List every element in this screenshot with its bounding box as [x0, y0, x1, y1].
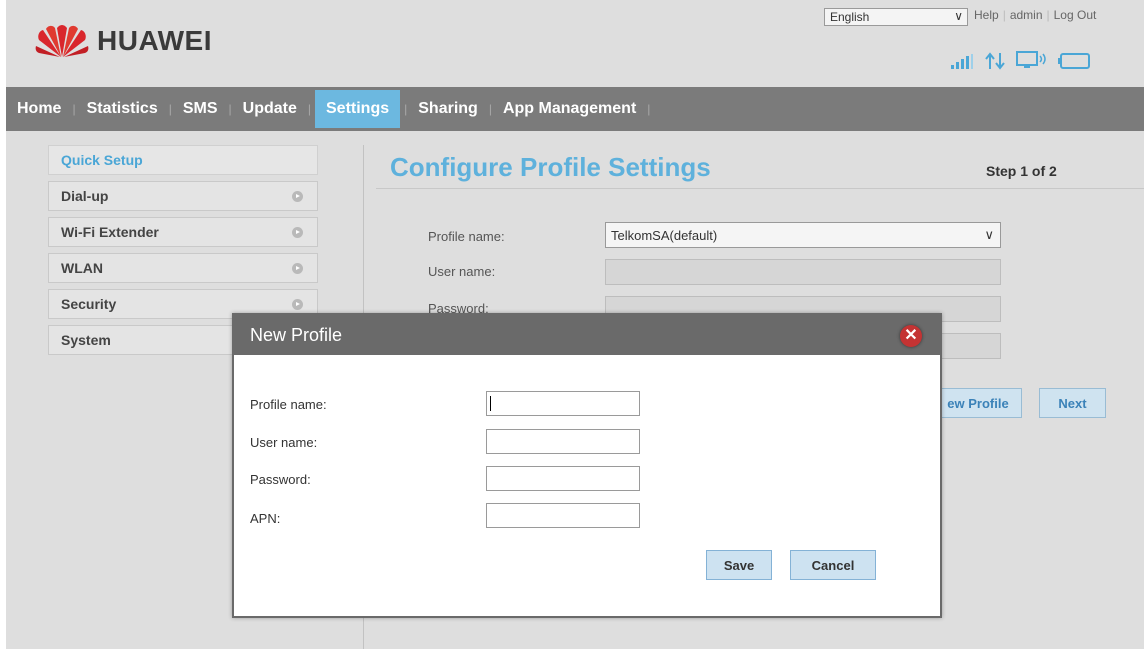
language-value: English: [830, 10, 870, 24]
sidebar-item-label: System: [61, 332, 111, 348]
dialog-password-input[interactable]: [486, 466, 640, 491]
chevron-right-icon: [292, 191, 303, 202]
chevron-down-icon: ∨: [954, 9, 963, 23]
user-name-label: User name:: [428, 264, 496, 279]
chevron-down-icon: ∨: [984, 227, 994, 242]
new-profile-dialog: New Profile ✕ Profile name: User name: P…: [232, 313, 942, 618]
profile-select-value: TelkomSA(default): [611, 227, 718, 243]
dialog-title: New Profile: [250, 324, 343, 345]
dialog-password-label: Password:: [250, 472, 311, 487]
title-divider: [376, 188, 1144, 189]
language-select[interactable]: English ∨: [824, 8, 968, 26]
profile-name-label: Profile name:: [428, 229, 505, 244]
sidebar-item-label: Dial-up: [61, 188, 109, 204]
signal-icon: [951, 54, 973, 69]
brand-name: HUAWEI: [97, 25, 212, 56]
battery-icon: [1058, 53, 1090, 69]
dialog-header: New Profile ✕: [234, 315, 940, 355]
top-links: Help | admin | Log Out: [974, 8, 1096, 22]
nav-home[interactable]: Home: [6, 87, 72, 131]
status-icons: [950, 50, 1090, 70]
dialog-profile-name-field[interactable]: [487, 392, 639, 415]
logout-link[interactable]: Log Out: [1054, 8, 1097, 22]
chevron-right-icon: [292, 227, 303, 238]
save-button[interactable]: Save: [706, 550, 772, 580]
nav-app-management[interactable]: App Management: [492, 87, 647, 131]
cancel-button[interactable]: Cancel: [790, 550, 876, 580]
dialog-profile-name-input[interactable]: [486, 391, 640, 416]
close-icon[interactable]: ✕: [900, 325, 922, 347]
help-link[interactable]: Help: [974, 8, 999, 22]
huawei-logo: HUAWEI: [35, 24, 212, 58]
sidebar-item-wlan[interactable]: WLAN: [48, 253, 318, 283]
next-button[interactable]: Next: [1039, 388, 1106, 418]
dialog-apn-field[interactable]: [487, 504, 639, 527]
text-cursor: [490, 396, 491, 411]
chevron-right-icon: [292, 263, 303, 274]
dialog-profile-name-label: Profile name:: [250, 397, 327, 412]
dialog-password-field[interactable]: [487, 467, 639, 490]
nav-statistics[interactable]: Statistics: [76, 87, 169, 131]
sidebar-item-label: Wi-Fi Extender: [61, 224, 159, 240]
dialog-user-name-label: User name:: [250, 435, 318, 450]
monitor-icon: [1016, 51, 1046, 68]
dialog-user-name-field[interactable]: [487, 430, 639, 453]
sidebar-item-label: WLAN: [61, 260, 103, 276]
nav-settings[interactable]: Settings: [315, 90, 401, 128]
page-title: Configure Profile Settings: [390, 152, 711, 182]
nav-sms[interactable]: SMS: [172, 87, 229, 131]
sidebar-item-wifi-extender[interactable]: Wi-Fi Extender: [48, 217, 318, 247]
profile-select[interactable]: TelkomSA(default) ∨: [605, 222, 1001, 248]
dialog-apn-label: APN:: [250, 511, 281, 526]
sidebar-item-dial-up[interactable]: Dial-up: [48, 181, 318, 211]
sidebar-item-quick-setup[interactable]: Quick Setup: [48, 145, 318, 175]
dialog-apn-input[interactable]: [486, 503, 640, 528]
main-nav: Home | Statistics | SMS | Update | Setti…: [6, 87, 1144, 131]
nav-separator: |: [647, 102, 651, 116]
chevron-right-icon: [292, 299, 303, 310]
nav-separator: |: [307, 102, 311, 116]
step-indicator: Step 1 of 2: [986, 163, 1057, 179]
nav-update[interactable]: Update: [232, 87, 308, 131]
admin-link[interactable]: admin: [1010, 8, 1043, 22]
sidebar-item-label: Quick Setup: [61, 152, 143, 168]
huawei-logo-icon: [35, 25, 89, 57]
data-transfer-icon: [985, 52, 1005, 70]
new-profile-button-label: ew Profile: [947, 395, 1009, 411]
dialog-user-name-input[interactable]: [486, 429, 640, 454]
nav-sharing[interactable]: Sharing: [407, 87, 489, 131]
user-name-field[interactable]: [605, 259, 1001, 285]
sidebar-item-label: Security: [61, 296, 117, 312]
link-separator: |: [1046, 8, 1050, 22]
link-separator: |: [1002, 8, 1006, 22]
